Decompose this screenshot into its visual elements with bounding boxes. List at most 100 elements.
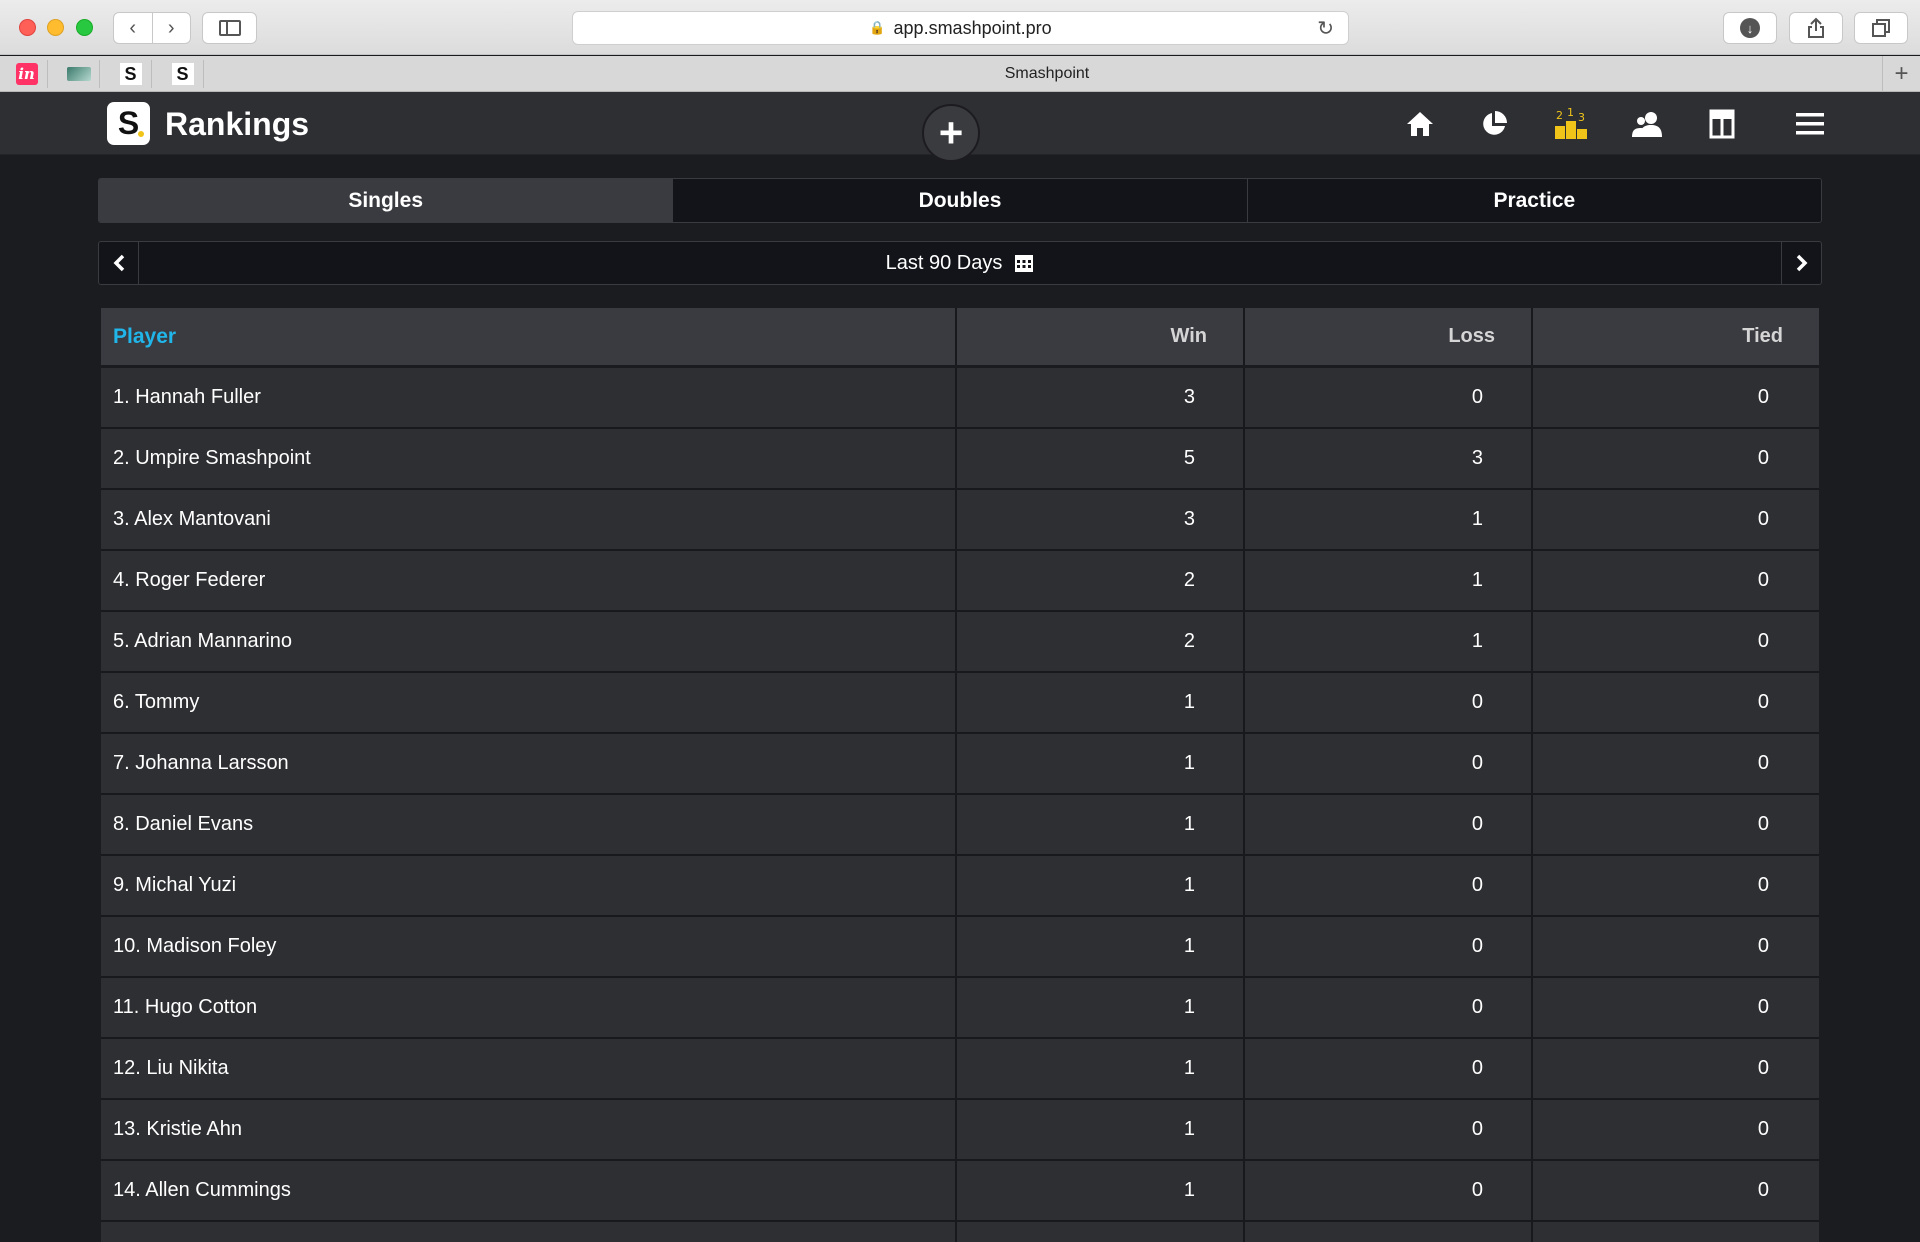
column-header-tied[interactable]: Tied	[1533, 308, 1819, 365]
nav-rankings[interactable]: 2 1 3	[1551, 104, 1591, 144]
zoom-window-button[interactable]	[76, 19, 93, 36]
minimize-window-button[interactable]	[47, 19, 64, 36]
table-row[interactable]: 3. Alex Mantovani 3 1 0	[101, 490, 1819, 551]
table-row[interactable]: 2. Umpire Smashpoint 5 3 0	[101, 429, 1819, 490]
table-row[interactable]: 7. Johanna Larsson 1 0 0	[101, 734, 1819, 795]
sidebar-toggle-button[interactable]	[202, 12, 257, 44]
court-icon	[1709, 109, 1735, 139]
downloads-button[interactable]: ↓	[1723, 12, 1777, 44]
tied-count-cell: 0	[1757, 386, 1769, 408]
tab-doubles[interactable]: Doubles	[673, 179, 1248, 222]
nav-home[interactable]	[1400, 104, 1440, 144]
nav-stats[interactable]	[1474, 104, 1514, 144]
tied-count-cell	[1533, 1222, 1819, 1242]
date-range-label: Last 90 Days	[885, 251, 1003, 274]
player-name-cell: 6. Tommy	[101, 673, 957, 732]
player-name-cell: 1. Hannah Fuller	[101, 368, 957, 427]
next-range-button[interactable]	[1781, 242, 1821, 284]
bookmark-extension[interactable]	[58, 60, 100, 88]
nav-players[interactable]	[1627, 104, 1667, 144]
smashpoint-favicon-icon: S	[171, 63, 194, 85]
table-row[interactable]	[101, 1222, 1819, 1242]
tied-count-cell: 0	[1757, 813, 1769, 835]
logo-dot	[138, 131, 144, 137]
history-nav: ‹ ›	[113, 12, 191, 44]
loss-count-cell	[1245, 1222, 1533, 1242]
table-row[interactable]: 6. Tommy 1 0 0	[101, 673, 1819, 734]
bookmark-smashpoint[interactable]: S	[110, 60, 152, 88]
table-row[interactable]: 8. Daniel Evans 1 0 0	[101, 795, 1819, 856]
smashpoint-favicon-icon: S	[119, 63, 142, 85]
loss-count-cell: 0	[1245, 368, 1533, 427]
column-header-player[interactable]: Player	[101, 308, 957, 365]
win-count-cell	[957, 1222, 1245, 1242]
player-name-cell: 13. Kristie Ahn	[101, 1100, 957, 1159]
table-row[interactable]: 1. Hannah Fuller 3 0 0	[101, 368, 1819, 429]
new-tab-button[interactable]: +	[1882, 56, 1920, 92]
back-button[interactable]: ‹	[114, 17, 152, 40]
win-count-cell: 1	[957, 1039, 1245, 1098]
loss-count-cell: 0	[1245, 795, 1533, 854]
player-name-cell: 4. Roger Federer	[101, 551, 957, 610]
tied-count-cell: 0	[1757, 508, 1769, 530]
address-bar[interactable]: 🔒 app.smashpoint.pro ↻	[572, 11, 1349, 45]
win-count-cell: 1	[957, 978, 1245, 1037]
browser-toolbar: ‹ › 🔒 app.smashpoint.pro ↻ ↓	[0, 0, 1920, 55]
player-name-cell: 8. Daniel Evans	[101, 795, 957, 854]
win-count-cell: 1	[957, 673, 1245, 732]
loss-count-cell: 0	[1245, 1161, 1533, 1220]
users-icon	[1632, 112, 1662, 137]
bookmark-smashpoint-2[interactable]: S	[162, 60, 204, 88]
table-row[interactable]: 4. Roger Federer 2 1 0	[101, 551, 1819, 612]
win-count-cell: 3	[957, 368, 1245, 427]
calendar-icon	[1015, 255, 1034, 272]
forward-button[interactable]: ›	[153, 17, 191, 40]
table-row[interactable]: 5. Adrian Mannarino 2 1 0	[101, 612, 1819, 673]
tabs-overview-icon	[1872, 19, 1890, 37]
tied-count-cell: 0	[1757, 752, 1769, 774]
app-logo[interactable]: S	[107, 102, 150, 145]
table-row[interactable]: 13. Kristie Ahn 1 0 0	[101, 1100, 1819, 1161]
loss-count-cell: 0	[1245, 978, 1533, 1037]
player-name-cell	[101, 1222, 957, 1242]
column-header-loss[interactable]: Loss	[1245, 308, 1533, 365]
column-header-win[interactable]: Win	[957, 308, 1245, 365]
previous-range-button[interactable]	[99, 242, 139, 284]
win-count-cell: 1	[957, 795, 1245, 854]
date-range-selector: Last 90 Days	[98, 241, 1822, 285]
chevron-right-icon	[1796, 254, 1807, 272]
svg-text:1: 1	[1567, 108, 1574, 119]
show-tabs-button[interactable]	[1854, 12, 1908, 44]
add-match-button[interactable]: +	[922, 104, 980, 162]
table-row[interactable]: 12. Liu Nikita 1 0 0	[101, 1039, 1819, 1100]
player-name-cell: 2. Umpire Smashpoint	[101, 429, 957, 488]
loss-count-cell: 0	[1245, 856, 1533, 915]
win-count-cell: 1	[957, 856, 1245, 915]
svg-text:3: 3	[1578, 111, 1585, 124]
sidebar-icon	[218, 20, 241, 36]
table-row[interactable]: 14. Allen Cummings 1 0 0	[101, 1161, 1819, 1222]
home-icon	[1407, 112, 1433, 136]
table-row[interactable]: 11. Hugo Cotton 1 0 0	[101, 978, 1819, 1039]
reload-icon[interactable]: ↻	[1317, 16, 1334, 41]
menu-button[interactable]	[1790, 104, 1830, 144]
tab-singles[interactable]: Singles	[99, 179, 674, 222]
bookmarks-bar: in S S Smashpoint +	[0, 56, 1920, 92]
bookmark-invision[interactable]: in	[6, 60, 48, 88]
loss-count-cell: 1	[1245, 551, 1533, 610]
table-row[interactable]: 9. Michal Yuzi 1 0 0	[101, 856, 1819, 917]
date-range-picker[interactable]: Last 90 Days	[139, 252, 1781, 275]
tied-count-cell: 0	[1757, 935, 1769, 957]
win-count-cell: 1	[957, 1161, 1245, 1220]
url-text: app.smashpoint.pro	[893, 17, 1052, 38]
share-button[interactable]	[1789, 12, 1843, 44]
table-row[interactable]: 10. Madison Foley 1 0 0	[101, 917, 1819, 978]
player-name-cell: 7. Johanna Larsson	[101, 734, 957, 793]
browser-tab[interactable]: Smashpoint	[212, 56, 1882, 92]
tab-practice[interactable]: Practice	[1247, 179, 1821, 222]
loss-count-cell: 3	[1245, 429, 1533, 488]
nav-courts[interactable]	[1702, 104, 1742, 144]
win-count-cell: 2	[957, 551, 1245, 610]
close-window-button[interactable]	[19, 19, 36, 36]
lock-icon: 🔒	[869, 20, 886, 35]
